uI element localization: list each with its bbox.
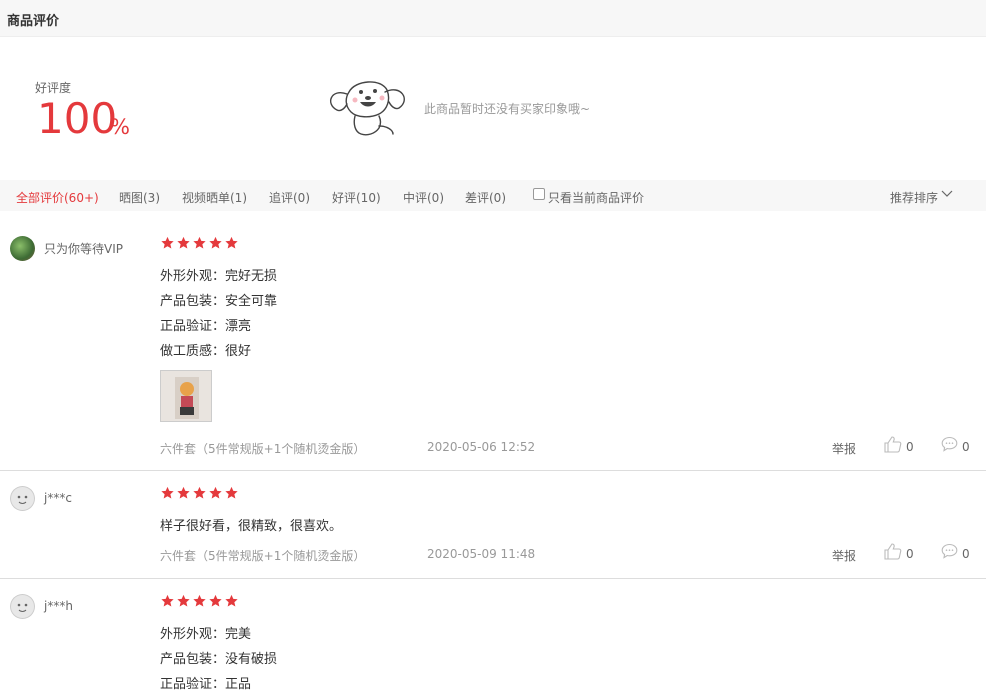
review-date: 2020-05-09 11:48 — [427, 547, 536, 561]
comment-count: 0 — [962, 440, 970, 454]
star-icon — [161, 594, 174, 607]
thumbs-up-icon[interactable] — [884, 543, 902, 560]
review-date: 2020-05-06 12:52 — [427, 440, 536, 454]
star-icon — [177, 236, 190, 249]
review-username: j***h — [44, 599, 73, 613]
chevron-down-icon — [941, 190, 953, 197]
comment-icon[interactable] — [941, 436, 958, 452]
review-line: 正品验证：正品 — [160, 677, 252, 692]
star-icon — [193, 236, 206, 249]
star-icon — [177, 594, 190, 607]
mascot-dog-icon — [329, 81, 405, 136]
avatar — [10, 236, 35, 261]
star-icon — [193, 486, 206, 499]
star-icon — [209, 594, 222, 607]
tab-video[interactable]: 视频晒单(1) — [182, 189, 247, 206]
good-rate-value: 100 — [37, 94, 118, 143]
report-button[interactable]: 举报 — [832, 440, 856, 457]
comment-icon[interactable] — [941, 543, 958, 559]
star-icon — [193, 594, 206, 607]
thumbs-up-icon[interactable] — [884, 436, 902, 453]
section-title: 商品评价 — [7, 14, 60, 29]
good-rate-unit: % — [110, 115, 130, 139]
review-item: j***c 样子很好看，很精致，很喜欢。 六件套（5件常规版+1个随机烫金版） … — [0, 471, 986, 579]
tab-positive[interactable]: 好评(10) — [332, 189, 381, 206]
section-header: 商品评价 — [0, 0, 986, 37]
star-icon — [225, 594, 238, 607]
like-count: 0 — [906, 547, 914, 561]
star-icon — [209, 236, 222, 249]
tab-negative[interactable]: 差评(0) — [465, 189, 506, 206]
review-username: 只为你等待VIP — [44, 242, 123, 256]
filter-bar: 全部评价(60+) 晒图(3) 视频晒单(1) 追评(0) 好评(10) 中评(… — [0, 180, 986, 211]
review-item: j***h 外形外观：完美 产品包装：没有破损 正品验证：正品 — [0, 579, 986, 692]
avatar — [10, 486, 35, 511]
star-icon — [161, 236, 174, 249]
like-count: 0 — [906, 440, 914, 454]
tab-photos[interactable]: 晒图(3) — [119, 189, 160, 206]
figure-photo-icon — [161, 371, 211, 421]
review-line: 正品验证：漂亮 — [160, 319, 252, 334]
review-line: 做工质感：很好 — [160, 344, 252, 359]
star-rating — [160, 236, 239, 250]
only-current-checkbox[interactable] — [533, 188, 545, 200]
tab-all[interactable]: 全部评价(60+) — [16, 189, 99, 206]
star-icon — [225, 236, 238, 249]
comment-count: 0 — [962, 547, 970, 561]
only-current-label: 只看当前商品评价 — [548, 191, 645, 205]
star-rating — [160, 594, 239, 608]
star-icon — [177, 486, 190, 499]
review-line: 外形外观：完美 — [160, 627, 252, 642]
review-spec: 六件套（5件常规版+1个随机烫金版） — [160, 549, 366, 563]
impressions-empty-text: 此商品暂时还没有买家印象哦~ — [424, 102, 591, 116]
default-avatar-icon — [10, 594, 35, 619]
review-spec: 六件套（5件常规版+1个随机烫金版） — [160, 442, 366, 456]
report-button[interactable]: 举报 — [832, 547, 856, 564]
review-username: j***c — [44, 491, 72, 505]
review-photo-thumbnail[interactable] — [160, 370, 212, 422]
review-line: 外形外观：完好无损 — [160, 269, 278, 284]
tab-followup[interactable]: 追评(0) — [269, 189, 310, 206]
star-icon — [225, 486, 238, 499]
review-line: 产品包装：没有破损 — [160, 652, 278, 667]
review-line: 产品包装：安全可靠 — [160, 294, 278, 309]
review-item: 只为你等待VIP 外形外观：完好无损 产品包装：安全可靠 正品验证：漂亮 做工质… — [0, 212, 986, 471]
review-line: 样子很好看，很精致，很喜欢。 — [160, 519, 343, 534]
star-icon — [209, 486, 222, 499]
sort-dropdown[interactable]: 推荐排序 — [890, 189, 938, 206]
default-avatar-icon — [10, 486, 35, 511]
tab-neutral[interactable]: 中评(0) — [403, 189, 444, 206]
avatar — [10, 594, 35, 619]
star-icon — [161, 486, 174, 499]
star-rating — [160, 486, 239, 500]
